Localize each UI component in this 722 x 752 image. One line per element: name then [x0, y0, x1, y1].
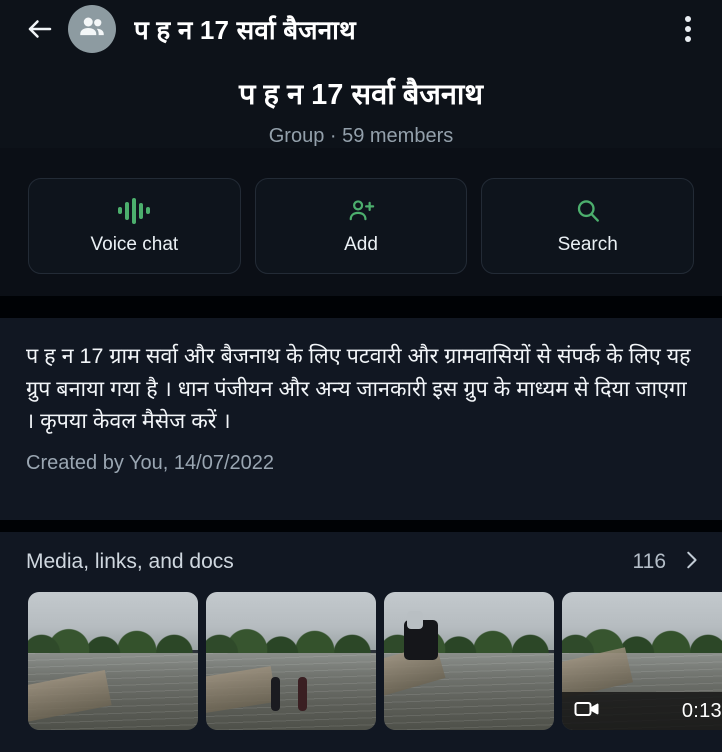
group-description-text: प ह न 17 ग्राम सर्वा और बैजनाथ के लिए पट… [26, 344, 691, 434]
voice-chat-label: Voice chat [90, 233, 179, 255]
media-links-docs-label: Media, links, and docs [26, 550, 234, 573]
group-meta: Group · 59 members [268, 124, 454, 147]
media-thumbnail[interactable] [206, 592, 376, 730]
add-member-button[interactable]: Add [254, 178, 468, 274]
quick-actions: Voice chat Add Search [28, 178, 695, 274]
voice-waveform-icon [118, 197, 151, 225]
section-divider-middle [0, 520, 722, 532]
thumb-person [297, 676, 307, 711]
media-thumbnail-strip: 0:13 [0, 592, 722, 730]
group-name: प ह न 17 सर्वा बैजनाथ [239, 79, 483, 111]
app-bar-title: प ह न 17 सर्वा बैजनाथ [134, 15, 356, 45]
search-icon [574, 197, 602, 225]
person-add-icon [346, 197, 376, 225]
group-description-panel[interactable]: प ह न 17 ग्राम सर्वा और बैजनाथ के लिए पट… [0, 318, 722, 520]
arrow-left-icon [25, 14, 55, 44]
chevron-right-icon [680, 549, 702, 576]
group-created-info: Created by You, 14/07/2022 [26, 452, 274, 475]
video-duration-label: 0:13 [681, 699, 722, 722]
more-vert-icon-dot-3 [685, 36, 691, 42]
section-divider-top [0, 296, 722, 318]
group-people-icon [77, 12, 107, 47]
media-count-badge: 116 [632, 550, 666, 573]
media-links-docs-panel: Media, links, and docs 116 0:13 [0, 532, 722, 752]
more-vert-icon-dot-1 [685, 16, 691, 22]
add-member-label: Add [344, 233, 378, 255]
media-thumbnail[interactable] [28, 592, 198, 730]
video-overlay-bar: 0:13 [562, 692, 722, 730]
app-bar: प ह न 17 सर्वा बैजनाथ [0, 0, 722, 58]
media-links-docs-row[interactable]: Media, links, and docs 116 [0, 532, 722, 592]
overflow-menu-button[interactable] [668, 7, 708, 51]
video-camera-icon [574, 699, 600, 724]
search-button[interactable]: Search [481, 178, 695, 274]
search-label: Search [557, 233, 618, 255]
more-vert-icon-dot-2 [685, 26, 691, 32]
voice-chat-button[interactable]: Voice chat [28, 178, 241, 274]
back-button[interactable] [18, 7, 62, 51]
group-info-screen: प ह न 17 सर्वा बैजनाथ प ह न 17 सर्वा बैज… [0, 0, 722, 752]
thumb-motorcycle [404, 610, 439, 660]
group-avatar[interactable] [68, 5, 116, 53]
media-thumbnail-video[interactable]: 0:13 [562, 592, 722, 730]
thumb-person [270, 676, 280, 711]
group-identity: प ह न 17 सर्वा बैजनाथ Group · 59 members [0, 58, 722, 148]
media-thumbnail[interactable] [384, 592, 554, 730]
